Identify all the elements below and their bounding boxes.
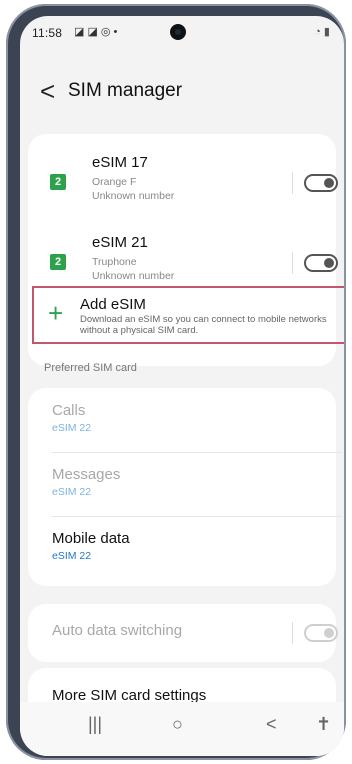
- section-label-preferred-sim: Preferred SIM card: [44, 362, 137, 374]
- sim-name: eSIM 21: [92, 234, 148, 251]
- front-camera-icon: [170, 24, 186, 40]
- sim-toggle[interactable]: [304, 174, 338, 192]
- page-title: SIM manager: [68, 80, 183, 101]
- sim-carrier: Orange F: [92, 176, 137, 188]
- add-esim-description: Download an eSIM so you can connect to m…: [80, 314, 327, 336]
- status-time: 11:58: [32, 26, 63, 40]
- toggle-knob: [324, 178, 334, 188]
- sim-card-icon: 2: [50, 254, 66, 270]
- sim-toggle[interactable]: [304, 254, 338, 272]
- divider: [52, 452, 342, 453]
- mobile-data-label: Mobile data: [52, 530, 130, 547]
- divider: [292, 172, 293, 194]
- notification-icons: ◪ ◪ ◎ •: [74, 26, 118, 38]
- toggle-knob: [324, 628, 334, 638]
- home-icon[interactable]: ○: [172, 714, 183, 735]
- sim-name: eSIM 17: [92, 154, 148, 171]
- plus-icon: +: [48, 298, 64, 328]
- recents-icon[interactable]: |||: [88, 714, 102, 735]
- back-chevron-icon[interactable]: <: [40, 78, 55, 104]
- auto-data-switching-card[interactable]: Auto data switching: [28, 604, 338, 662]
- add-esim-title: Add eSIM: [80, 296, 146, 313]
- auto-data-switching-label: Auto data switching: [52, 622, 183, 639]
- messages-value: eSIM 22: [52, 486, 92, 498]
- phone-frame: 11:58 ◪ ◪ ◎ • ◔ ▮ < SIM manager 2 eSIM 1…: [6, 4, 346, 760]
- calls-value: eSIM 22: [52, 422, 92, 434]
- navigation-bar: ||| ○ < ✝: [20, 702, 344, 756]
- auto-data-switching-toggle[interactable]: [304, 624, 338, 642]
- messages-label: Messages: [52, 466, 121, 483]
- sim-row-esim-17[interactable]: 2 eSIM 17 Orange F Unknown number: [28, 142, 338, 218]
- divider: [292, 622, 293, 644]
- divider: [52, 516, 342, 517]
- sim-card-icon: 2: [50, 174, 66, 190]
- accessibility-icon[interactable]: ✝: [316, 714, 331, 735]
- sim-number: Unknown number: [92, 270, 175, 282]
- signal-battery-icons: ◔ ▮: [314, 26, 330, 38]
- mobile-data-value: eSIM 22: [52, 550, 92, 562]
- preferred-sim-card: Calls eSIM 22 Messages eSIM 22 Mobile da…: [28, 388, 342, 586]
- calls-label: Calls: [52, 402, 86, 419]
- app-header: < SIM manager: [20, 76, 344, 116]
- status-bar: 11:58 ◪ ◪ ◎ • ◔ ▮: [20, 16, 344, 50]
- sim-carrier: Truphone: [92, 256, 137, 268]
- screen: 11:58 ◪ ◪ ◎ • ◔ ▮ < SIM manager 2 eSIM 1…: [20, 16, 344, 756]
- toggle-knob: [324, 258, 334, 268]
- divider: [292, 252, 293, 274]
- back-icon[interactable]: <: [266, 714, 277, 735]
- sim-number: Unknown number: [92, 190, 175, 202]
